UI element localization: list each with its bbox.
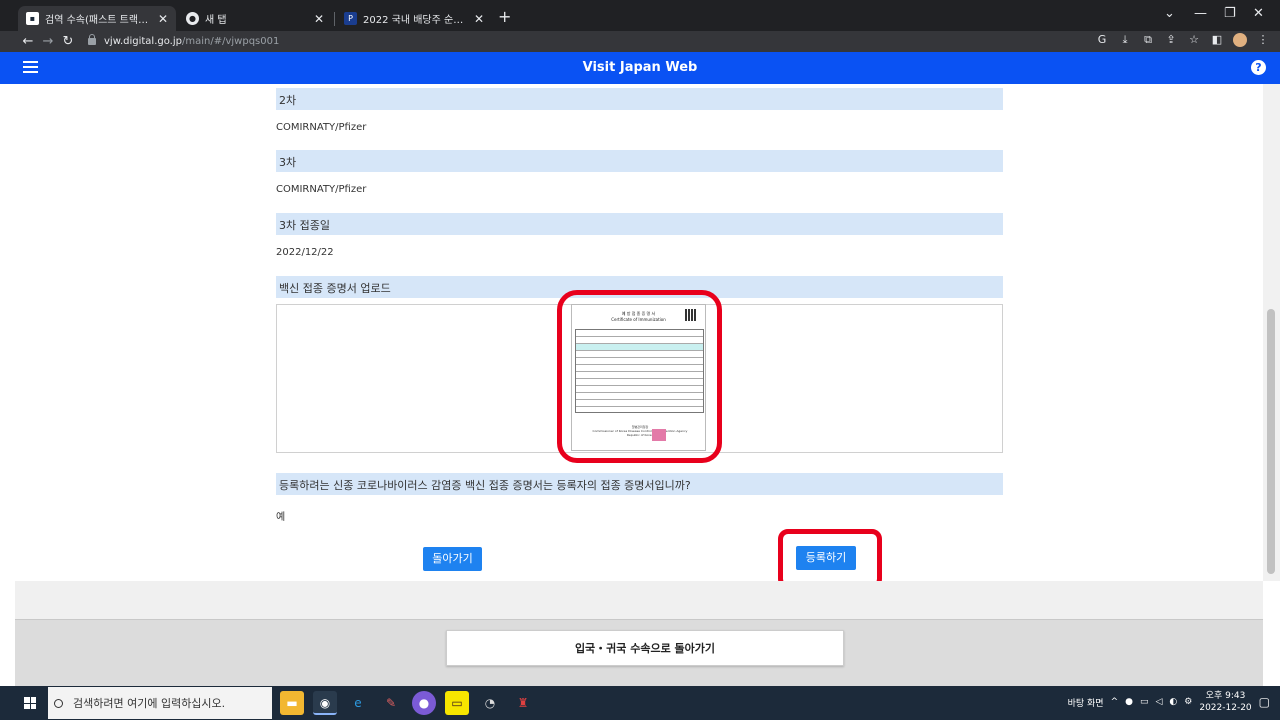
windows-taskbar: 검색하려면 여기에 입력하십시오. ▬ ◉ e ✎ ● ▭ ◔ ♜ 바탕 화면 … [0,686,1280,720]
back-to-procedures-button[interactable]: 입국・귀국 수속으로 돌아가기 [446,630,844,666]
tray-overflow-icon[interactable]: ^ [1111,697,1119,707]
settings-gear-icon[interactable]: ⚙ [1184,697,1192,707]
forward-arrow-icon[interactable]: → [38,34,58,49]
restore-icon[interactable]: ❐ [1224,6,1236,21]
confirm-label: 등록하려는 신종 코로나바이러스 감염증 백신 접종 증명서는 등록자의 접종 … [276,473,1003,495]
clock-date: 2022-12-20 [1199,703,1252,713]
tab-title: 2022 국내 배당주 순위 : 고배당 [363,15,468,26]
lock-icon [88,34,96,45]
notification-icon[interactable]: ▢ [1259,695,1270,709]
system-tray: 바탕 화면 ^ ● ▭ ◁ ◐ ⚙ 오후 9:43 2022-12-20 ▢ [1068,690,1270,714]
kebab-menu-icon[interactable]: ⋮ [1256,33,1270,47]
url-path: /main/#/vjwpqs001 [182,36,280,47]
search-icon [54,698,63,708]
tab-dividend[interactable]: P 2022 국내 배당주 순위 : 고배당 ✕ [336,6,492,31]
taskbar-search-input[interactable]: 검색하려면 여기에 입력하십시오. [48,687,272,719]
close-icon[interactable]: ✕ [314,12,324,26]
kakaotalk-icon[interactable]: ▭ [445,691,469,715]
file-explorer-icon[interactable]: ▬ [280,691,304,715]
close-icon[interactable]: ✕ [474,12,484,26]
share-icon[interactable]: ⇪ [1164,33,1178,47]
taskbar-search-placeholder: 검색하려면 여기에 입력하십시오. [73,697,226,710]
reload-icon[interactable]: ↻ [58,34,78,49]
tab-title: 검역 수속(패스트 트랙) | Visit Ja [45,15,152,26]
address-bar[interactable]: vjw.digital.go.jp/main/#/vjwpqs001 [88,34,279,49]
tab-title: 새 탭 [205,15,227,26]
chrome-icon: ● [186,12,199,25]
register-button-highlight [778,529,882,589]
certificate-highlight [557,290,722,463]
minimize-icon[interactable]: — [1194,6,1207,21]
side-panel-icon[interactable]: ◧ [1210,33,1224,47]
chrome-taskbar-icon[interactable]: ◉ [313,691,337,715]
tab-search-chevron-icon[interactable]: ⌄ [1164,6,1175,21]
page-scrollbar[interactable] [1263,84,1280,581]
windows-start-icon[interactable] [24,697,36,709]
bookmark-star-icon[interactable]: ☆ [1187,33,1201,47]
dose2-label: 2차 [276,88,1003,110]
tab-visit-japan[interactable]: ▪ 검역 수속(패스트 트랙) | Visit Ja ✕ [18,6,176,31]
game-app-icon[interactable]: ♜ [511,691,535,715]
taskbar-clock[interactable]: 오후 9:43 2022-12-20 [1199,690,1251,714]
visit-japan-favicon-icon: ▪ [26,12,39,25]
dose3-value: COMIRNATY/Pfizer [276,184,367,195]
profile-avatar-icon[interactable] [1233,33,1247,47]
dose2-value: COMIRNATY/Pfizer [276,122,367,133]
browser-toolbar: ← → ↻ vjw.digital.go.jp/main/#/vjwpqs001… [0,31,1280,52]
back-arrow-icon[interactable]: ← [18,34,38,49]
microphone-icon[interactable]: ● [1125,697,1133,707]
taskbar-apps: ▬ ◉ e ✎ ● ▭ ◔ ♜ [280,691,535,715]
scroll-thumb[interactable] [1267,309,1275,574]
google-icon[interactable]: G [1095,33,1109,47]
dose3-date-label: 3차 접종일 [276,213,1003,235]
browser-tab-strip: ▪ 검역 수속(패스트 트랙) | Visit Ja ✕ ● 새 탭 ✕ P 2… [0,0,1280,31]
internet-explorer-icon[interactable]: e [346,691,370,715]
clock-time: 오후 9:43 [1205,691,1246,701]
translate-icon[interactable]: ⧉ [1141,33,1155,47]
url-host: vjw.digital.go.jp [104,36,182,47]
tab-new[interactable]: ● 새 탭 ✕ [178,6,332,31]
app-header: Visit Japan Web ? [0,52,1280,84]
desktop-label[interactable]: 바탕 화면 [1068,696,1104,709]
close-icon[interactable]: ✕ [158,12,168,26]
clock-app-icon[interactable]: ◔ [478,691,502,715]
download-icon[interactable]: ⤓ [1118,33,1132,47]
dose3-date-value: 2022/12/22 [276,247,334,258]
paint-icon[interactable]: ✎ [379,691,403,715]
tab-separator [334,12,335,26]
onedrive-icon[interactable]: ◐ [1169,697,1177,707]
new-tab-icon[interactable]: + [498,7,511,26]
app-title: Visit Japan Web [582,60,698,75]
back-button[interactable]: 돌아가기 [423,547,482,571]
network-icon[interactable]: ▭ [1140,697,1149,707]
p-favicon-icon: P [344,12,357,25]
dose3-label: 3차 [276,150,1003,172]
confirm-value: 예 [276,512,286,523]
volume-icon[interactable]: ◁ [1155,697,1162,707]
window-close-icon[interactable]: ✕ [1253,6,1264,21]
help-icon[interactable]: ? [1251,60,1266,75]
browser-toolbar-actions: G ⤓ ⧉ ⇪ ☆ ◧ ⋮ [1095,33,1270,47]
messenger-icon[interactable]: ● [412,691,436,715]
footer-spacer [15,581,1263,619]
